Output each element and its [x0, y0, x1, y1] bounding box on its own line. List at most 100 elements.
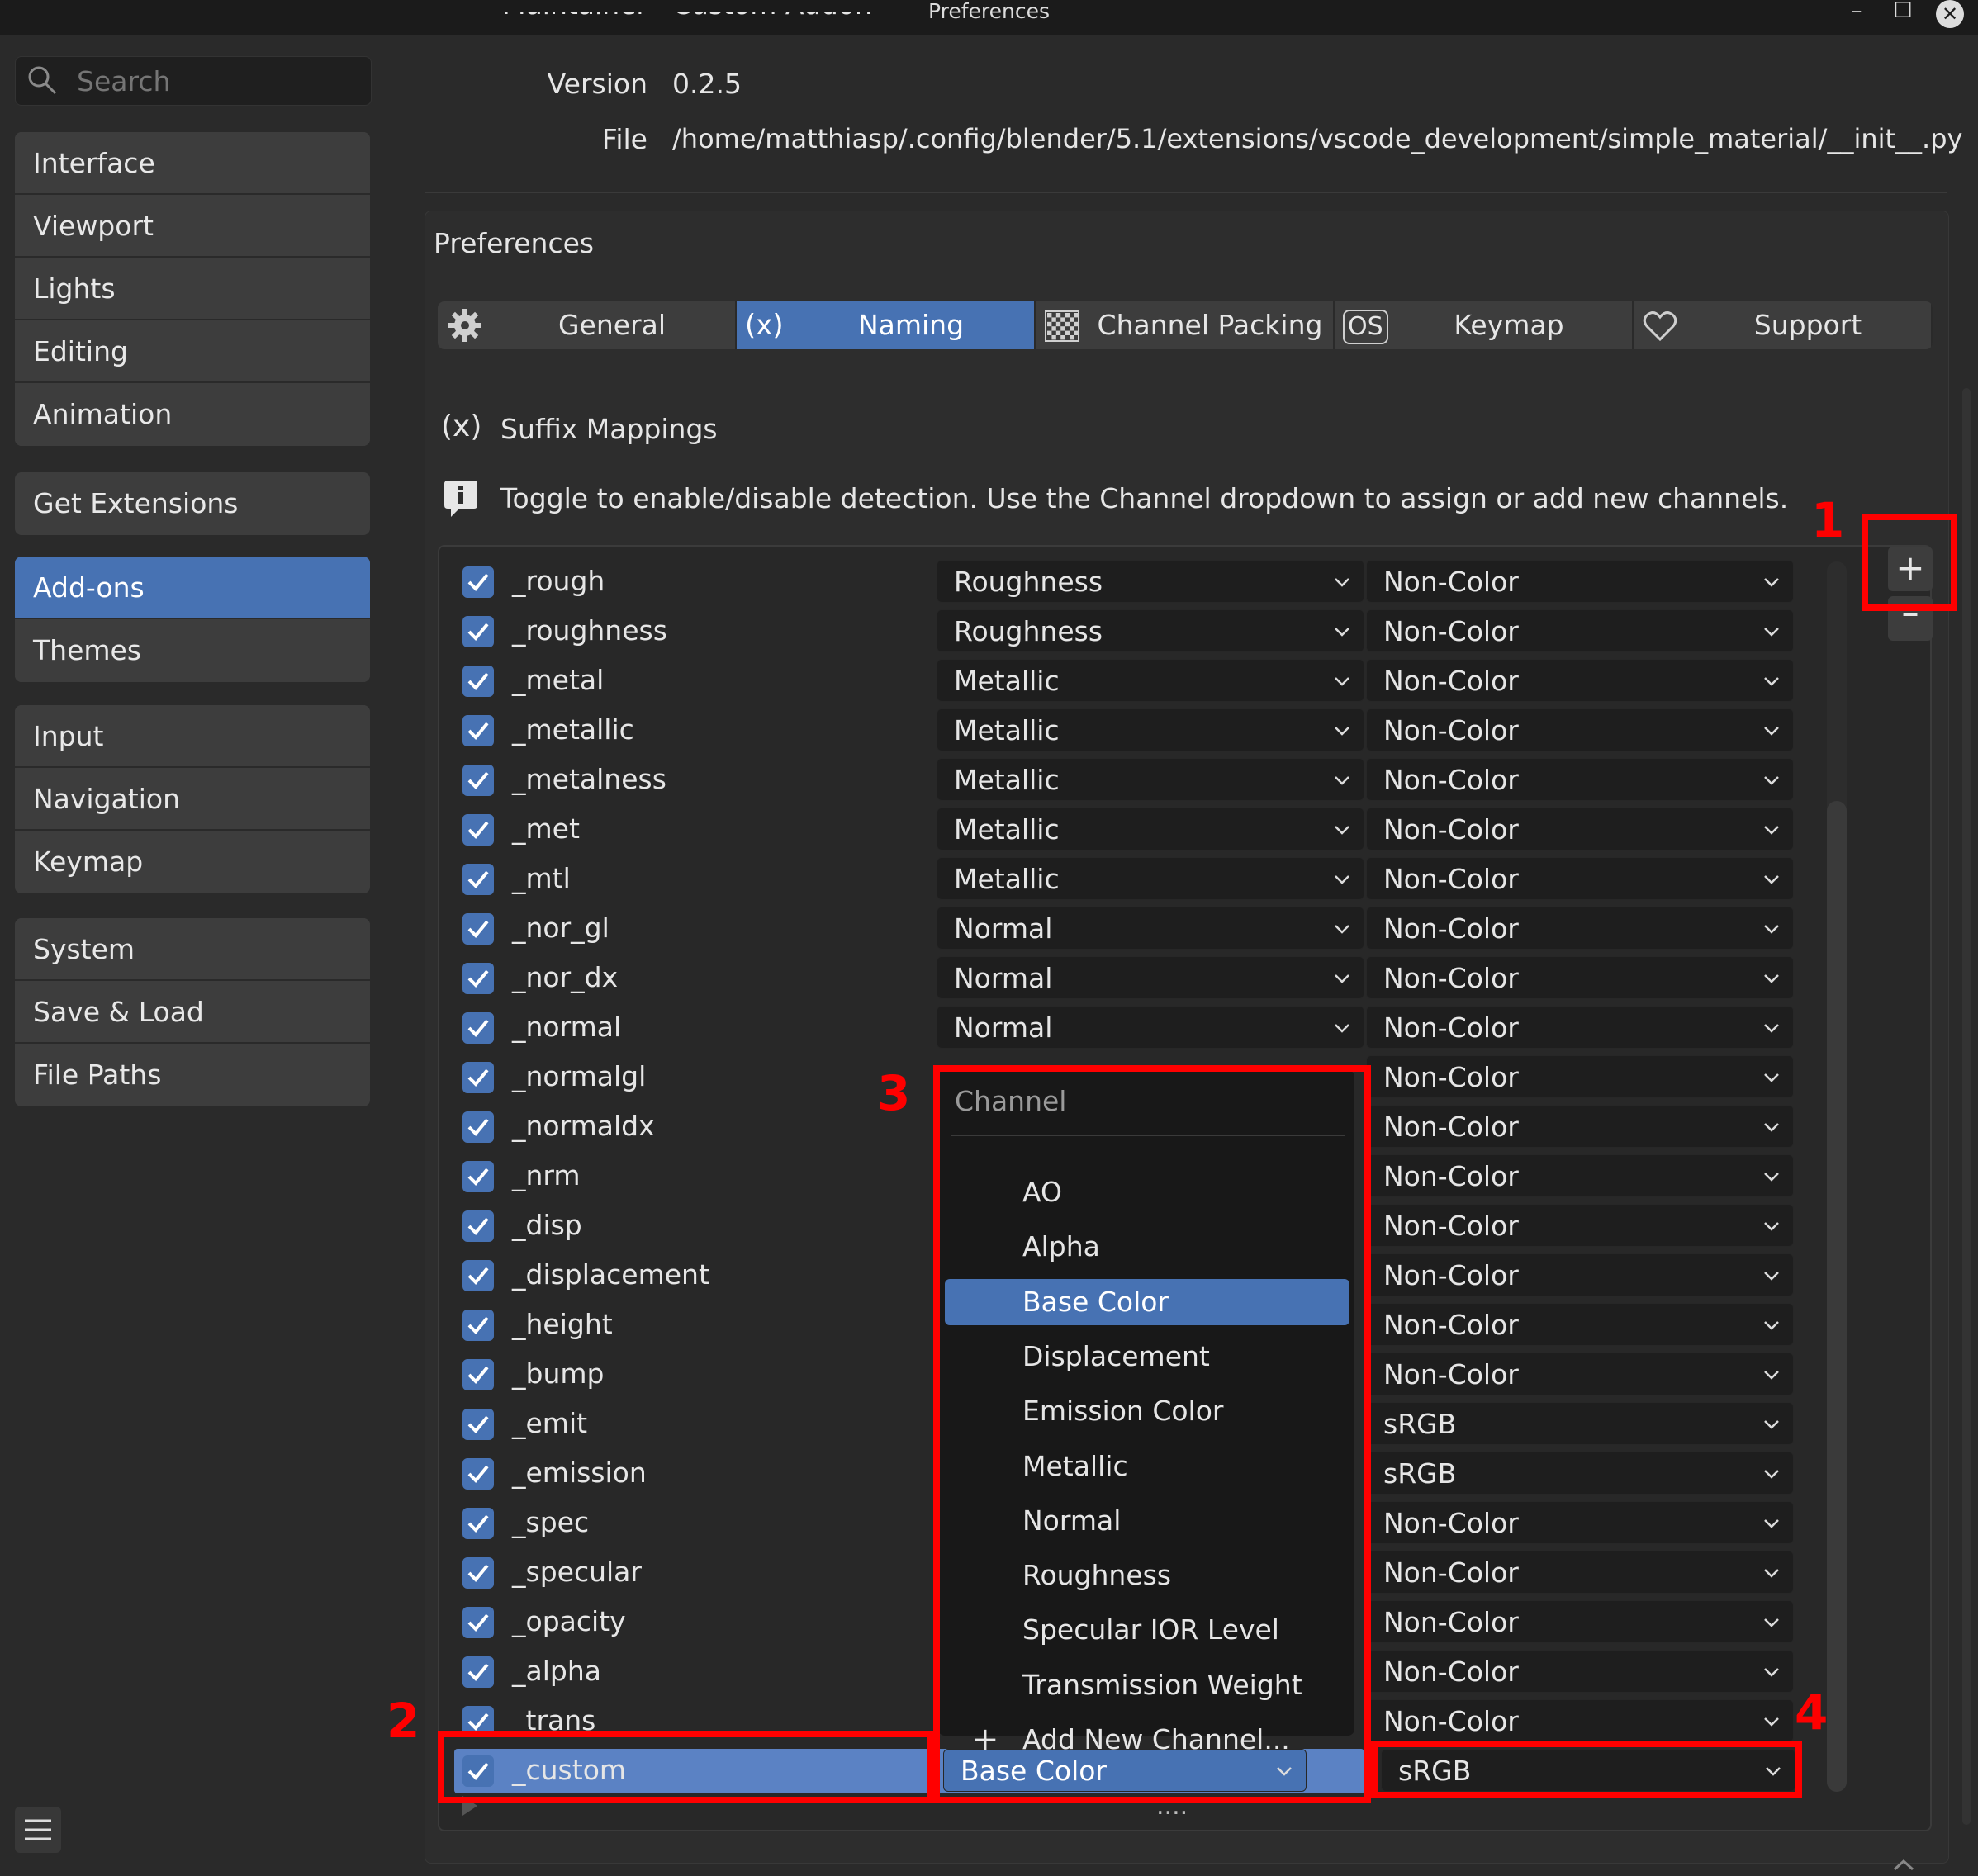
- sidebar-item-animation[interactable]: Animation: [15, 383, 370, 446]
- suffix-name[interactable]: _metalness: [512, 756, 666, 803]
- table-row[interactable]: _normal Normal Non-Color: [438, 1004, 1794, 1050]
- colorspace-dropdown[interactable]: Non-Color: [1366, 907, 1794, 950]
- sidebar-item-interface[interactable]: Interface: [15, 132, 370, 195]
- colorspace-dropdown[interactable]: Non-Color: [1366, 659, 1794, 702]
- colorspace-dropdown[interactable]: Non-Color: [1366, 1303, 1794, 1346]
- search-box[interactable]: [15, 56, 372, 106]
- suffix-name[interactable]: _height: [512, 1301, 613, 1348]
- suffix-name[interactable]: _emit: [512, 1400, 587, 1447]
- close-button[interactable]: ✕: [1936, 0, 1964, 28]
- suffix-name[interactable]: _metal: [512, 657, 604, 704]
- colorspace-dropdown[interactable]: Non-Color: [1366, 708, 1794, 751]
- channel-dropdown[interactable]: Roughness: [937, 609, 1364, 652]
- colorspace-dropdown[interactable]: Non-Color: [1366, 956, 1794, 999]
- suffix-name[interactable]: _mtl: [512, 855, 571, 902]
- suffix-name[interactable]: _met: [512, 806, 580, 852]
- enable-checkbox[interactable]: [462, 1062, 494, 1093]
- suffix-name[interactable]: _metallic: [512, 707, 634, 753]
- suffix-name[interactable]: _nrm: [512, 1153, 581, 1199]
- enable-checkbox[interactable]: [462, 1359, 494, 1390]
- minimize-button[interactable]: –: [1840, 0, 1873, 25]
- suffix-name[interactable]: _bump: [512, 1351, 604, 1397]
- colorspace-dropdown[interactable]: Non-Color: [1366, 1353, 1794, 1395]
- sidebar-item-add-ons[interactable]: Add-ons: [15, 557, 370, 619]
- suffix-name[interactable]: _displacement: [512, 1252, 709, 1298]
- colorspace-dropdown[interactable]: Non-Color: [1366, 758, 1794, 801]
- tab-channel-packing[interactable]: Channel Packing: [1036, 301, 1335, 349]
- sidebar-item-save-load[interactable]: Save & Load: [15, 981, 370, 1044]
- suffix-name[interactable]: _normal: [512, 1004, 621, 1050]
- table-row[interactable]: _mtl Metallic Non-Color: [438, 855, 1794, 902]
- suffix-name[interactable]: _opacity: [512, 1599, 626, 1645]
- colorspace-dropdown[interactable]: Non-Color: [1366, 1501, 1794, 1544]
- suffix-name[interactable]: _spec: [512, 1499, 589, 1546]
- channel-dropdown[interactable]: Metallic: [937, 808, 1364, 850]
- colorspace-dropdown[interactable]: Non-Color: [1366, 1055, 1794, 1098]
- suffix-name[interactable]: _roughness: [512, 608, 667, 654]
- table-row[interactable]: _rough Roughness Non-Color: [438, 558, 1794, 604]
- colorspace-dropdown[interactable]: Non-Color: [1366, 857, 1794, 900]
- colorspace-dropdown[interactable]: Non-Color: [1366, 1253, 1794, 1296]
- colorspace-dropdown[interactable]: Non-Color: [1366, 1154, 1794, 1197]
- maximize-button[interactable]: ☐: [1886, 0, 1919, 25]
- colorspace-dropdown[interactable]: Non-Color: [1366, 560, 1794, 603]
- channel-dropdown[interactable]: Normal: [937, 956, 1364, 999]
- suffix-name[interactable]: _nor_gl: [512, 905, 610, 951]
- channel-dropdown[interactable]: Metallic: [937, 857, 1364, 900]
- tab-naming[interactable]: (x) Naming: [737, 301, 1036, 349]
- table-row[interactable]: _nor_dx Normal Non-Color: [438, 955, 1794, 1001]
- suffix-name[interactable]: _alpha: [512, 1648, 601, 1694]
- colorspace-dropdown[interactable]: Non-Color: [1366, 1204, 1794, 1247]
- search-input[interactable]: [75, 60, 359, 102]
- channel-dropdown[interactable]: Roughness: [937, 560, 1364, 603]
- colorspace-dropdown[interactable]: Non-Color: [1366, 808, 1794, 850]
- tab-keymap[interactable]: OS Keymap: [1335, 301, 1634, 349]
- table-row[interactable]: _met Metallic Non-Color: [438, 806, 1794, 852]
- sidebar-item-get-extensions[interactable]: Get Extensions: [15, 472, 370, 535]
- enable-checkbox[interactable]: [462, 616, 494, 647]
- enable-checkbox[interactable]: [462, 864, 494, 895]
- channel-dropdown[interactable]: Normal: [937, 907, 1364, 950]
- colorspace-dropdown[interactable]: sRGB: [1366, 1452, 1794, 1495]
- enable-checkbox[interactable]: [462, 1458, 494, 1490]
- sidebar-item-keymap[interactable]: Keymap: [15, 831, 370, 893]
- colorspace-dropdown[interactable]: Non-Color: [1366, 609, 1794, 652]
- enable-checkbox[interactable]: [462, 1310, 494, 1341]
- channel-dropdown[interactable]: Normal: [937, 1006, 1364, 1049]
- sidebar-item-editing[interactable]: Editing: [15, 320, 370, 383]
- sidebar-item-input[interactable]: Input: [15, 705, 370, 768]
- colorspace-dropdown[interactable]: Non-Color: [1366, 1105, 1794, 1148]
- sidebar-item-file-paths[interactable]: File Paths: [15, 1044, 370, 1106]
- enable-checkbox[interactable]: [462, 566, 494, 598]
- enable-checkbox[interactable]: [462, 1012, 494, 1044]
- channel-dropdown[interactable]: Metallic: [937, 758, 1364, 801]
- list-scrollbar[interactable]: [1827, 801, 1847, 1792]
- enable-checkbox[interactable]: [462, 666, 494, 697]
- channel-dropdown[interactable]: Metallic: [937, 659, 1364, 702]
- table-row[interactable]: _metalness Metallic Non-Color: [438, 756, 1794, 803]
- collapse-arrow-icon[interactable]: [1891, 1856, 1916, 1873]
- table-row[interactable]: _nor_gl Normal Non-Color: [438, 905, 1794, 951]
- enable-checkbox[interactable]: [462, 963, 494, 994]
- enable-checkbox[interactable]: [462, 1111, 494, 1143]
- sidebar-item-system[interactable]: System: [15, 918, 370, 981]
- section-title[interactable]: Suffix Mappings: [500, 413, 718, 445]
- colorspace-dropdown[interactable]: sRGB: [1366, 1402, 1794, 1445]
- colorspace-dropdown[interactable]: Non-Color: [1366, 1600, 1794, 1643]
- enable-checkbox[interactable]: [462, 814, 494, 846]
- sidebar-item-themes[interactable]: Themes: [15, 619, 370, 682]
- tab-support[interactable]: Support: [1634, 301, 1933, 349]
- colorspace-dropdown[interactable]: Non-Color: [1366, 1006, 1794, 1049]
- sidebar-item-navigation[interactable]: Navigation: [15, 768, 370, 831]
- suffix-name[interactable]: _nor_dx: [512, 955, 618, 1001]
- enable-checkbox[interactable]: [462, 1508, 494, 1539]
- suffix-name[interactable]: _normalgl: [512, 1054, 646, 1100]
- enable-checkbox[interactable]: [462, 1210, 494, 1242]
- table-row[interactable]: _metal Metallic Non-Color: [438, 657, 1794, 704]
- suffix-name[interactable]: _specular: [512, 1549, 642, 1595]
- enable-checkbox[interactable]: [462, 1607, 494, 1638]
- suffix-name[interactable]: _normaldx: [512, 1103, 655, 1149]
- panel-scrollbar[interactable]: [1962, 388, 1971, 1825]
- colorspace-dropdown[interactable]: Non-Color: [1366, 1650, 1794, 1693]
- menu-button[interactable]: [15, 1807, 61, 1853]
